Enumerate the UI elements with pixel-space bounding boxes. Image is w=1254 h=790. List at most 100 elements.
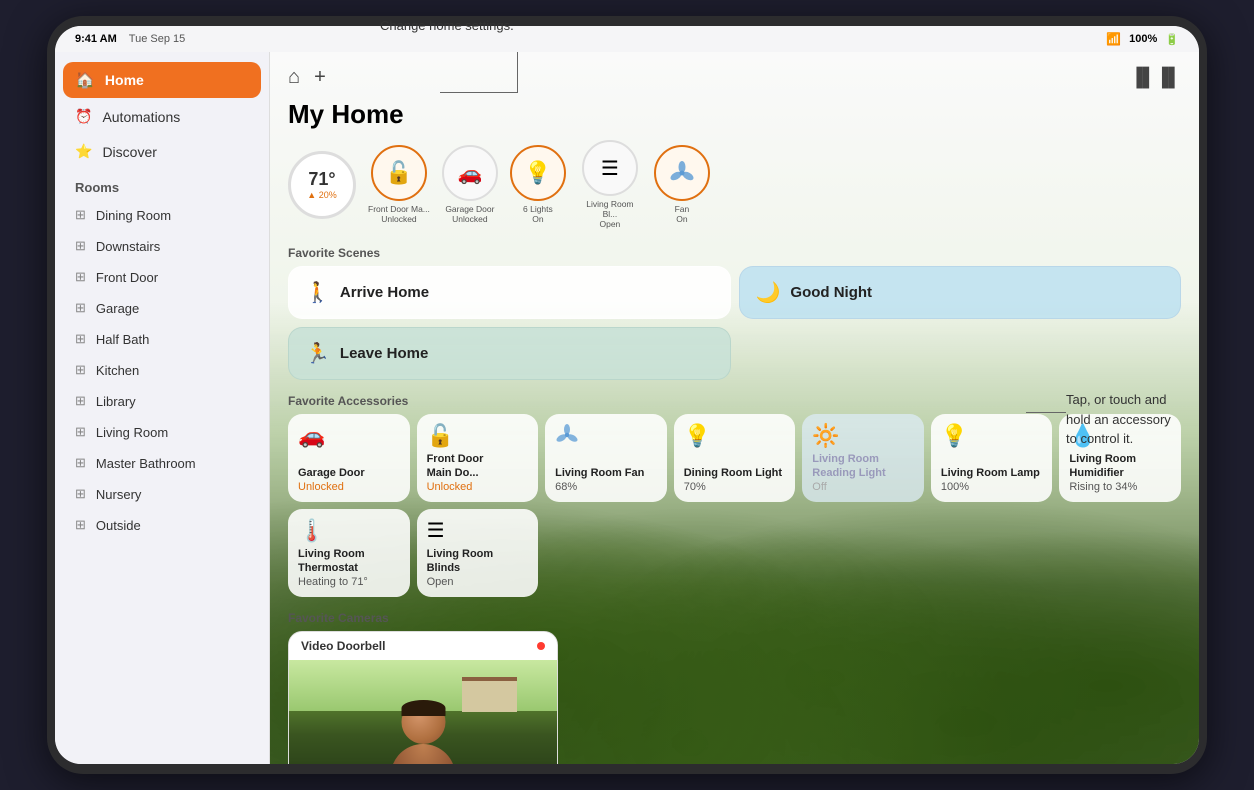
leave-label: Leave Home xyxy=(340,345,428,362)
thermostat-icon: 🌡️ xyxy=(298,518,400,544)
humidifier-status: Rising to 34% xyxy=(1069,481,1171,493)
temp-sub: ▲ 20% xyxy=(307,190,336,200)
leave-icon: 🏃 xyxy=(305,341,330,366)
living-fan-icon xyxy=(555,423,657,453)
accessory-thermostat[interactable]: 🌡️ Living Room Thermostat Heating to 71° xyxy=(288,509,410,597)
discover-icon: ⭐ xyxy=(75,143,92,160)
room-icon-living-room: ⊞ xyxy=(75,424,86,440)
time-display: 9:41 AM xyxy=(75,33,117,45)
goodnight-label: Good Night xyxy=(790,284,872,301)
top-toolbar: ⌂ + ▐▌▐▌ xyxy=(288,60,1181,95)
sidebar-item-library[interactable]: ⊞ Library xyxy=(63,386,261,416)
room-icon-library: ⊞ xyxy=(75,393,86,409)
accessory-front-door[interactable]: 🔓 Front DoorMain Do... Unlocked xyxy=(417,414,539,502)
living-fan-status: 68% xyxy=(555,481,657,493)
sidebar-item-discover[interactable]: ⭐ Discover xyxy=(63,135,261,168)
room-icon-dining: ⊞ xyxy=(75,207,86,223)
living-lamp-icon: 💡 xyxy=(941,423,1043,449)
sidebar: 🏠 Home ⏰ Automations ⭐ Discover xyxy=(55,52,270,764)
camera-card[interactable]: Video Doorbell xyxy=(288,631,558,764)
arrive-home-scene[interactable]: 🚶 Arrive Home xyxy=(288,266,731,319)
garage-door-name: Garage Door xyxy=(298,466,400,480)
arrive-label: Arrive Home xyxy=(340,284,429,301)
lights-status[interactable]: 💡 6 LightsOn xyxy=(510,145,566,224)
good-night-scene[interactable]: 🌙 Good Night xyxy=(739,266,1182,319)
goodnight-icon: 🌙 xyxy=(756,280,781,305)
quick-status-row: 71° ▲ 20% 🔓 Front Door Ma...Unlocked 🚗 G… xyxy=(288,140,1181,230)
garage-door-status: Unlocked xyxy=(298,481,400,493)
sidebar-item-dining-room[interactable]: ⊞ Dining Room xyxy=(63,200,261,230)
room-icon-nursery: ⊞ xyxy=(75,486,86,502)
garage-door-status[interactable]: 🚗 Garage DoorUnlocked xyxy=(442,145,498,224)
sidebar-item-outside[interactable]: ⊞ Outside xyxy=(63,510,261,540)
main-content: ⌂ + ▐▌▐▌ My Home 71° ▲ 20% xyxy=(270,52,1199,764)
dining-light-name: Dining Room Light xyxy=(684,466,786,480)
right-annotation: Tap, or touch andhold an accessoryto con… xyxy=(1066,390,1226,449)
date-display: Tue Sep 15 xyxy=(129,33,185,45)
accessory-living-lamp[interactable]: 💡 Living Room Lamp 100% xyxy=(931,414,1053,502)
leave-home-scene[interactable]: 🏃 Leave Home xyxy=(288,327,731,380)
favorite-accessories-title: Favorite Accessories xyxy=(288,394,1181,408)
reading-light-icon: 🔆 xyxy=(812,423,914,449)
favorite-scenes-title: Favorite Scenes xyxy=(288,246,1181,260)
sidebar-item-home[interactable]: 🏠 Home xyxy=(63,62,261,98)
sidebar-automations-label: Automations xyxy=(102,109,180,125)
page-title: My Home xyxy=(288,99,1181,130)
favorite-cameras-title: Favorite Cameras xyxy=(288,611,1181,625)
sidebar-home-label: Home xyxy=(105,72,144,88)
front-door-acc-status: Unlocked xyxy=(427,481,529,493)
status-bar: 9:41 AM Tue Sep 15 📶 100% 🔋 xyxy=(55,26,1199,52)
sidebar-item-master-bath[interactable]: ⊞ Master Bathroom xyxy=(63,448,261,478)
rooms-section-title: Rooms xyxy=(55,170,269,199)
camera-feed xyxy=(289,660,557,764)
battery-icon: 🔋 xyxy=(1165,33,1179,46)
sidebar-item-garage[interactable]: ⊞ Garage xyxy=(63,293,261,323)
home-icon: 🏠 xyxy=(75,70,95,90)
sidebar-item-half-bath[interactable]: ⊞ Half Bath xyxy=(63,324,261,354)
room-icon-outside: ⊞ xyxy=(75,517,86,533)
sidebar-item-downstairs[interactable]: ⊞ Downstairs xyxy=(63,231,261,261)
living-lamp-status: 100% xyxy=(941,481,1043,493)
wifi-icon: 📶 xyxy=(1106,32,1121,46)
blinds-icon: ☰ xyxy=(427,518,529,543)
fan-status[interactable]: FanOn xyxy=(654,145,710,224)
humidifier-name: Living Room Humidifier xyxy=(1069,452,1171,481)
top-annotation: Change home settings. xyxy=(380,18,514,33)
thermostat-status: Heating to 71° xyxy=(298,576,400,588)
dining-light-status: 70% xyxy=(684,481,786,493)
room-icon-kitchen: ⊞ xyxy=(75,362,86,378)
room-icon-master-bath: ⊞ xyxy=(75,455,86,471)
sidebar-item-kitchen[interactable]: ⊞ Kitchen xyxy=(63,355,261,385)
reading-light-status: Off xyxy=(812,481,914,493)
accessories-row-2: 🌡️ Living Room Thermostat Heating to 71°… xyxy=(288,509,1181,597)
sidebar-discover-label: Discover xyxy=(102,144,156,160)
garage-door-icon: 🚗 xyxy=(298,423,400,449)
home-settings-button[interactable]: ⌂ xyxy=(288,66,300,89)
room-icon-front-door: ⊞ xyxy=(75,269,86,285)
audio-waves-icon[interactable]: ▐▌▐▌ xyxy=(1130,67,1181,88)
automations-icon: ⏰ xyxy=(75,108,92,125)
sidebar-item-front-door[interactable]: ⊞ Front Door xyxy=(63,262,261,292)
temp-value: 71° xyxy=(308,169,335,190)
temperature-widget[interactable]: 71° ▲ 20% xyxy=(288,151,356,219)
sidebar-item-automations[interactable]: ⏰ Automations xyxy=(63,100,261,133)
add-button[interactable]: + xyxy=(314,66,326,89)
front-door-status[interactable]: 🔓 Front Door Ma...Unlocked xyxy=(368,145,430,224)
sidebar-item-living-room[interactable]: ⊞ Living Room xyxy=(63,417,261,447)
blinds-status[interactable]: ☰ Living Room Bl...Open xyxy=(578,140,642,230)
front-door-icon: 🔓 xyxy=(427,423,529,449)
front-door-name: Front DoorMain Do... xyxy=(427,452,529,481)
camera-header: Video Doorbell xyxy=(289,632,557,660)
accessory-garage-door[interactable]: 🚗 Garage Door Unlocked xyxy=(288,414,410,502)
sidebar-item-nursery[interactable]: ⊞ Nursery xyxy=(63,479,261,509)
room-icon-garage: ⊞ xyxy=(75,300,86,316)
accessory-reading-light[interactable]: 🔆 Living RoomReading Light Off xyxy=(802,414,924,502)
room-icon-half-bath: ⊞ xyxy=(75,331,86,347)
accessory-living-fan[interactable]: Living Room Fan 68% xyxy=(545,414,667,502)
accessory-blinds[interactable]: ☰ Living Room Blinds Open xyxy=(417,509,539,597)
blinds-status: Open xyxy=(427,576,529,588)
accessory-dining-light[interactable]: 💡 Dining Room Light 70% xyxy=(674,414,796,502)
arrive-icon: 🚶 xyxy=(305,280,330,305)
scenes-layout: 🚶 Arrive Home 🌙 Good Night 🏃 xyxy=(288,266,1181,380)
blinds-name: Living Room Blinds xyxy=(427,547,529,576)
